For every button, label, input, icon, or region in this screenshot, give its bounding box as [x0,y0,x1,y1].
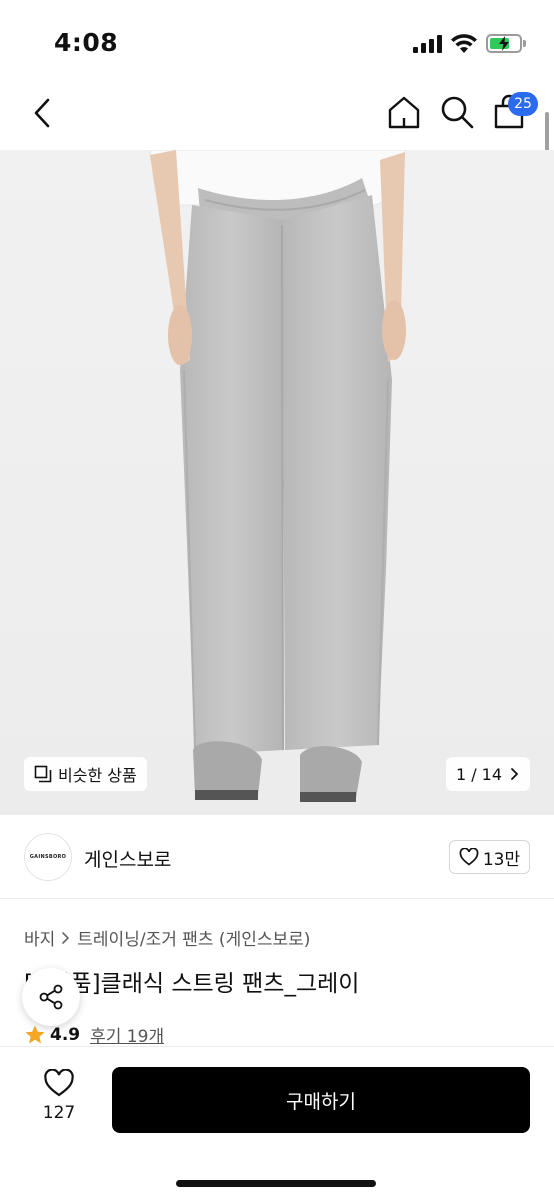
share-button[interactable] [22,968,80,1026]
breadcrumb: 바지 트레이닝/조거 팬츠 (게인스보로) [24,925,310,950]
heart-icon [44,1068,74,1097]
brand-like-button[interactable]: 13만 [449,840,530,874]
heart-icon [459,848,479,866]
rating-row: 4.9 후기 19개 [24,1022,164,1047]
brand-like-count: 13만 [482,849,521,870]
nav-bar [0,80,554,150]
gallery-page-indicator[interactable]: 1 / 14 [446,757,530,791]
similar-products-button[interactable]: 비슷한 상품 [24,757,147,791]
rating-score: 4.9 [50,1024,81,1045]
product-image[interactable] [0,150,554,815]
similar-products-icon [34,765,52,783]
share-icon [39,984,63,1010]
back-arrow-icon[interactable] [28,96,58,130]
product-like-count: 127 [42,1103,76,1123]
brand-logo[interactable]: GAINSBORO [24,833,72,881]
review-count-link[interactable]: 후기 19개 [90,1022,164,1047]
similar-products-label: 비슷한 상품 [58,766,137,785]
breadcrumb-category[interactable]: 바지 [24,925,55,950]
cart-count-badge: 25 [508,92,538,116]
cellular-signal-icon [413,35,443,53]
battery-nub [523,40,526,47]
buy-button[interactable]: 구매하기 [112,1067,530,1133]
product-photo-illustration [149,150,406,802]
breadcrumb-subcategory[interactable]: 트레이닝/조거 팬츠 (게인스보로) [77,925,310,950]
home-icon[interactable] [386,94,422,130]
brand-logo-text: GAINSBORO [29,854,67,860]
battery-icon [486,34,522,53]
wifi-icon [451,34,477,53]
search-icon[interactable] [439,94,475,130]
star-icon [25,1025,45,1043]
brand-row: GAINSBORO 게인스보로 13만 [0,815,554,899]
status-bar: 4:08 [0,0,554,80]
bottom-action-bar: 127 구매하기 [0,1046,554,1200]
chevron-right-icon [511,768,519,780]
home-indicator [176,1180,376,1187]
brand-name[interactable]: 게인스보로 [84,845,171,872]
chevron-right-icon [62,931,70,944]
product-like-button[interactable]: 127 [34,1068,84,1123]
page-indicator-text: 1 / 14 [455,764,503,784]
status-time: 4:08 [54,28,119,57]
